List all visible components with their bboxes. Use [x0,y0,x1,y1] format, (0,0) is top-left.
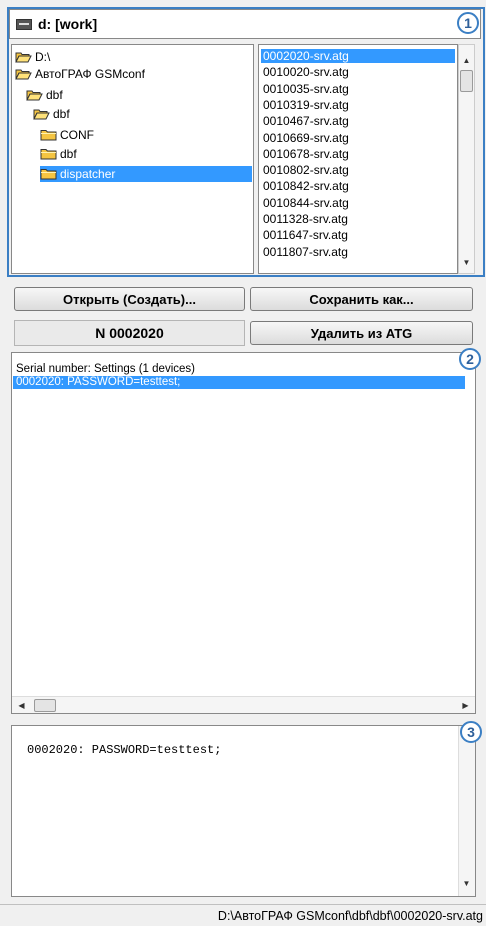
save-as-button[interactable]: Сохранить как... [250,287,473,311]
editor-scrollbar[interactable]: ▼ [458,726,475,896]
folder-open-icon [15,68,32,80]
folder-open-icon [26,89,43,101]
folder-open-icon [33,108,50,120]
scroll-up-arrow-icon[interactable]: ▲ [459,53,474,68]
file-list[interactable]: 0002020-srv.atg 0010020-srv.atg 0010035-sr… [258,44,458,274]
tree-item-label: dbf [46,88,63,102]
tree-item-label: CONF [60,128,94,142]
file-list-item[interactable]: 0010020-srv.atg [261,65,455,79]
tree-item-label: dbf [60,147,77,161]
file-list-item[interactable]: 0011647-srv.atg [261,228,455,242]
tree-item[interactable]: dispatcher [40,166,252,182]
folder-closed-icon [40,148,57,160]
settings-list-panel[interactable] [11,352,476,714]
directory-tree[interactable]: D:\ АвтоГРАФ GSMconf dbf dbf CONF dbf dispatch… [11,44,254,274]
file-list-item[interactable]: 0010802-srv.atg [261,163,455,177]
tree-item-label: АвтоГРАФ GSMconf [35,67,145,81]
scroll-thumb[interactable] [460,70,473,92]
folder-closed-icon [40,129,57,141]
scroll-down-arrow-icon[interactable]: ▼ [459,255,474,270]
serial-number-display: N 0002020 [14,320,245,346]
file-list-item[interactable]: 0010842-srv.atg [261,179,455,193]
callout-badge-1: 1 [457,12,479,34]
tree-item[interactable]: CONF [40,127,98,143]
drive-icon [16,18,32,30]
callout-badge-2: 2 [459,348,481,370]
tree-item[interactable]: dbf [40,146,81,162]
settings-header: Serial number: Settings (1 devices) [16,363,195,375]
folder-closed-icon [40,168,57,180]
drive-selector[interactable]: d: [work] [9,9,481,39]
folder-open-icon [15,51,32,63]
callout-badge-3: 3 [460,721,482,743]
file-list-item[interactable]: 0010669-srv.atg [261,131,455,145]
file-list-item[interactable]: 0010844-srv.atg [261,196,455,210]
tree-item[interactable]: D:\ [15,49,54,65]
file-list-item[interactable]: 0011328-srv.atg [261,212,455,226]
file-list-item[interactable]: 0010678-srv.atg [261,147,455,161]
file-list-item[interactable]: 0010035-srv.atg [261,82,455,96]
file-list-item[interactable]: 0010467-srv.atg [261,114,455,128]
settings-list-item[interactable]: 0002020: PASSWORD=testtest; [13,376,465,389]
file-list-item[interactable]: 0002020-srv.atg [261,49,455,63]
tree-item[interactable]: dbf [26,87,67,103]
tree-item[interactable]: dbf [33,106,74,122]
horizontal-scroll-thumb[interactable] [34,699,56,712]
tree-item-label: dbf [53,107,70,121]
file-list-item[interactable]: 0011807-srv.atg [261,245,455,259]
scroll-right-arrow-icon[interactable]: ▶ [458,698,473,713]
drive-label: d: [work] [38,16,98,32]
delete-from-atg-button[interactable]: Удалить из ATG [250,321,473,345]
tree-item[interactable]: АвтоГРАФ GSMconf [15,66,149,82]
file-list-item[interactable]: 0010319-srv.atg [261,98,455,112]
horizontal-scrollbar[interactable]: ◀ ▶ [12,696,475,713]
status-bar-path: D:\АвтоГРАФ GSMconf\dbf\dbf\0002020-srv.… [0,904,486,926]
file-list-scrollbar[interactable]: ▲ ▼ [458,44,475,274]
editor-scroll-down-arrow-icon[interactable]: ▼ [459,876,474,891]
tree-item-label: dispatcher [60,167,116,181]
editor-text[interactable]: 0002020: PASSWORD=testtest; [27,743,221,757]
scroll-left-arrow-icon[interactable]: ◀ [14,698,29,713]
open-create-button[interactable]: Открыть (Создать)... [14,287,245,311]
tree-item-label: D:\ [35,50,51,64]
